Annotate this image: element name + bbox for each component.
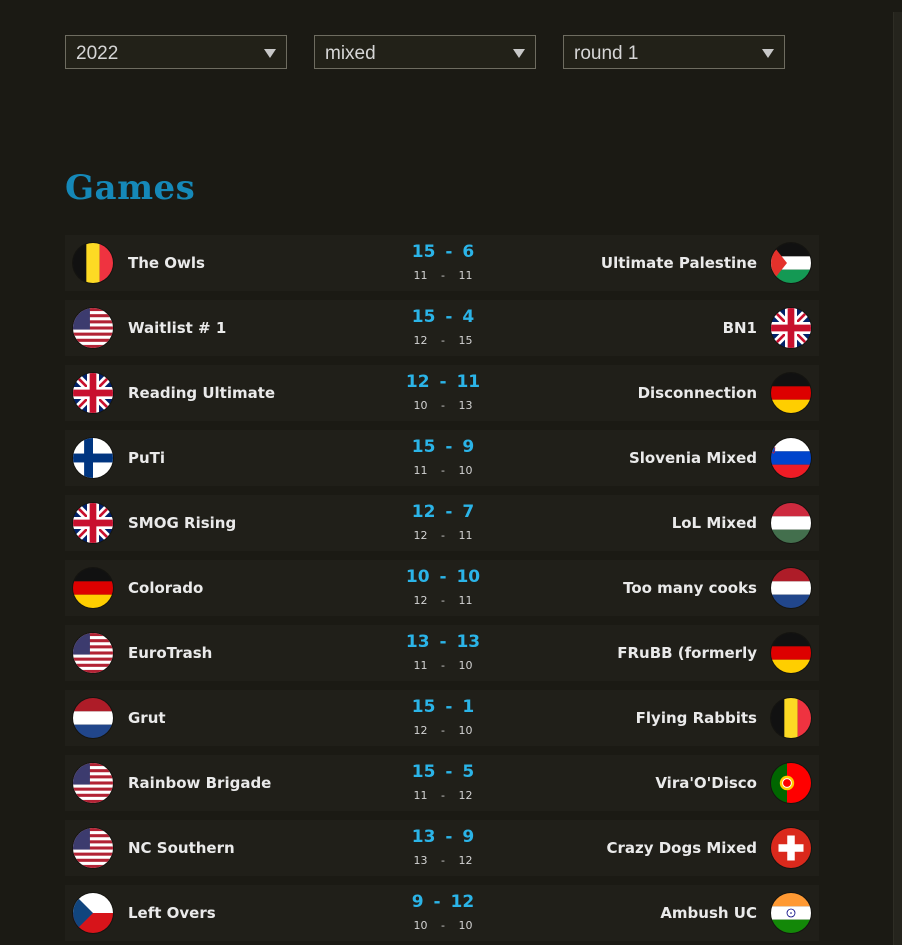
division-select-value: mixed (325, 43, 376, 64)
finland-flag-icon (73, 438, 113, 478)
chevron-down-icon (264, 49, 276, 58)
game-row[interactable]: Waitlist # 1 15 - 4 12 - 15 BN1 (65, 300, 819, 356)
home-team-name[interactable]: NC Southern (128, 839, 235, 857)
away-team-name[interactable]: BN1 (723, 319, 757, 337)
team-seeds: 12 - 15 (413, 334, 473, 347)
away-team-name[interactable]: Flying Rabbits (636, 709, 757, 727)
game-row[interactable]: Rainbow Brigade 15 - 5 11 - 12 Vira'O'Disco (65, 755, 819, 811)
match-score: 15 - 5 (411, 762, 475, 782)
usa-flag-icon (73, 633, 113, 673)
portugal-flag-icon (771, 763, 811, 803)
home-team-name[interactable]: Colorado (128, 579, 203, 597)
uk-flag-icon (771, 308, 811, 348)
team-seeds: 12 - 11 (413, 529, 473, 542)
match-score: 15 - 9 (411, 437, 475, 457)
match-score: 12 - 7 (411, 502, 475, 522)
away-team-name[interactable]: Disconnection (638, 384, 757, 402)
team-seeds: 11 - 11 (413, 269, 473, 282)
home-team-name[interactable]: Rainbow Brigade (128, 774, 271, 792)
round-select-value: round 1 (574, 43, 639, 64)
czech-flag-icon (73, 893, 113, 933)
chevron-down-icon (513, 49, 525, 58)
page-scrollbar[interactable] (893, 12, 902, 945)
usa-flag-icon (73, 763, 113, 803)
team-seeds: 11 - 10 (413, 464, 473, 477)
match-score: 12 - 11 (405, 372, 481, 392)
usa-flag-icon (73, 308, 113, 348)
hungary-flag-icon (771, 503, 811, 543)
section-title: Games (65, 168, 196, 208)
away-team-name[interactable]: Too many cooks (623, 579, 757, 597)
team-seeds: 12 - 10 (413, 724, 473, 737)
away-team-name[interactable]: LoL Mixed (672, 514, 757, 532)
home-team-name[interactable]: SMOG Rising (128, 514, 236, 532)
match-score: 9 - 12 (411, 892, 475, 912)
match-score: 15 - 1 (411, 697, 475, 717)
match-score: 13 - 13 (405, 632, 481, 652)
home-team-name[interactable]: PuTi (128, 449, 165, 467)
round-select[interactable]: round 1 (563, 35, 785, 69)
game-row[interactable]: The Owls 15 - 6 11 - 11 Ultimate Palestine (65, 235, 819, 291)
match-score: 15 - 6 (411, 242, 475, 262)
year-select[interactable]: 2022 (65, 35, 287, 69)
division-select[interactable]: mixed (314, 35, 536, 69)
team-seeds: 12 - 11 (413, 594, 473, 607)
home-team-name[interactable]: Left Overs (128, 904, 216, 922)
match-score: 13 - 9 (411, 827, 475, 847)
away-team-name[interactable]: Vira'O'Disco (655, 774, 757, 792)
chevron-down-icon (762, 49, 774, 58)
game-row[interactable]: PuTi 15 - 9 11 - 10 Slovenia Mixed (65, 430, 819, 486)
team-seeds: 13 - 12 (413, 854, 473, 867)
netherlands-flag-icon (73, 698, 113, 738)
game-row[interactable]: EuroTrash 13 - 13 11 - 10 FRuBB (formerly (65, 625, 819, 681)
home-team-name[interactable]: The Owls (128, 254, 205, 272)
palestine-flag-icon (771, 243, 811, 283)
uk-flag-icon (73, 373, 113, 413)
netherlands-flag-icon (771, 568, 811, 608)
away-team-name[interactable]: FRuBB (formerly (617, 644, 757, 662)
germany-flag-icon (73, 568, 113, 608)
belgium-flag-icon (771, 698, 811, 738)
home-team-name[interactable]: EuroTrash (128, 644, 212, 662)
slovenia-flag-icon (771, 438, 811, 478)
away-team-name[interactable]: Slovenia Mixed (629, 449, 757, 467)
match-score: 15 - 4 (411, 307, 475, 327)
team-seeds: 11 - 10 (413, 659, 473, 672)
india-flag-icon (771, 893, 811, 933)
usa-flag-icon (73, 828, 113, 868)
game-row[interactable]: Left Overs 9 - 12 10 - 10 Ambush UC (65, 885, 819, 941)
home-team-name[interactable]: Grut (128, 709, 166, 727)
uk-flag-icon (73, 503, 113, 543)
belgium-flag-icon (73, 243, 113, 283)
game-row[interactable]: Reading Ultimate 12 - 11 10 - 13 Disconnect… (65, 365, 819, 421)
game-row[interactable]: NC Southern 13 - 9 13 - 12 Crazy Dogs Mixed (65, 820, 819, 876)
germany-flag-icon (771, 633, 811, 673)
away-team-name[interactable]: Ambush UC (660, 904, 757, 922)
home-team-name[interactable]: Waitlist # 1 (128, 319, 226, 337)
team-seeds: 11 - 12 (413, 789, 473, 802)
match-score: 10 - 10 (405, 567, 481, 587)
team-seeds: 10 - 10 (413, 919, 473, 932)
game-row[interactable]: Grut 15 - 1 12 - 10 Flying Rabbits (65, 690, 819, 746)
year-select-value: 2022 (76, 43, 119, 64)
game-row[interactable]: SMOG Rising 12 - 7 12 - 11 LoL Mixed (65, 495, 819, 551)
home-team-name[interactable]: Reading Ultimate (128, 384, 275, 402)
team-seeds: 10 - 13 (413, 399, 473, 412)
germany-flag-icon (771, 373, 811, 413)
away-team-name[interactable]: Ultimate Palestine (601, 254, 757, 272)
away-team-name[interactable]: Crazy Dogs Mixed (606, 839, 757, 857)
switzerland-flag-icon (771, 828, 811, 868)
game-row[interactable]: Colorado 10 - 10 12 - 11 Too many cooks (65, 560, 819, 616)
